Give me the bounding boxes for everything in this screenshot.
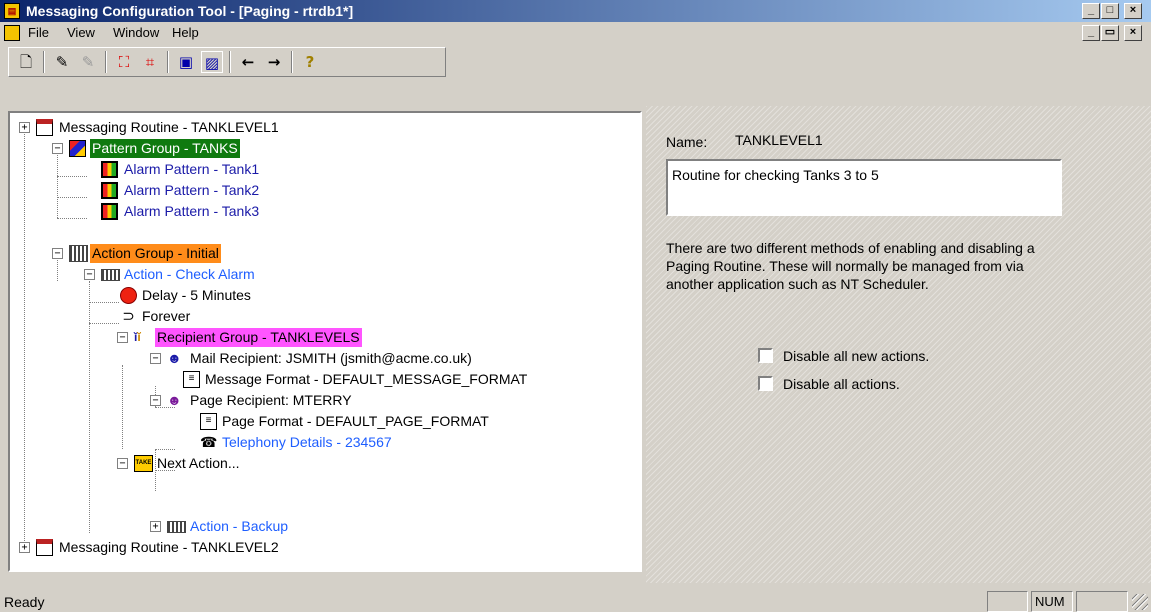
person-icon: ☻ <box>167 350 182 366</box>
toolbar-separator <box>167 51 169 73</box>
tree-node-label[interactable]: Forever <box>140 307 192 326</box>
action-icon <box>167 521 186 533</box>
checkbox-label[interactable]: Disable all new actions. <box>783 348 929 364</box>
format-icon: ≡ <box>183 371 200 388</box>
format-icon: ≡ <box>200 413 217 430</box>
toolbar-separator <box>291 51 293 73</box>
tree-node-label[interactable]: Message Format - DEFAULT_MESSAGE_FORMAT <box>203 370 529 389</box>
details-pane: Name: TANKLEVEL1 Routine for checking Ta… <box>646 106 1151 583</box>
expander-icon[interactable]: − <box>84 269 95 280</box>
close-button[interactable]: × <box>1124 3 1142 19</box>
menu-file[interactable]: File <box>28 25 49 41</box>
expander-icon[interactable]: − <box>52 248 63 259</box>
disable-new-actions-checkbox[interactable] <box>758 348 773 363</box>
title-bar: ▤ Messaging Configuration Tool - [Paging… <box>0 0 1151 22</box>
person-pager-icon: ☻ <box>167 392 182 408</box>
people-icon: ĭĭ <box>134 330 141 344</box>
toolbar: 🗋 ✎ ✎ ⛶ ⌗ ▣ ▨ ← → ? <box>8 47 446 77</box>
calendar-icon <box>36 119 53 136</box>
tree-node-label[interactable]: Alarm Pattern - Tank1 <box>122 160 261 179</box>
tree-node-label[interactable]: Telephony Details - 234567 <box>220 433 394 452</box>
edit-icon[interactable]: ✎ <box>51 51 73 73</box>
tree-node-label[interactable]: Page Format - DEFAULT_PAGE_FORMAT <box>220 412 491 431</box>
pattern-icon <box>101 203 118 220</box>
pattern-icon <box>101 182 118 199</box>
expander-icon[interactable]: − <box>117 332 128 343</box>
disabled-edit-icon: ✎ <box>81 53 95 71</box>
disable-all-actions-checkbox[interactable] <box>758 376 773 391</box>
take-icon: TAKE <box>134 455 153 472</box>
expander-icon[interactable]: + <box>150 521 161 532</box>
doc-close-button[interactable]: × <box>1124 25 1142 41</box>
maximize-button[interactable]: □ <box>1101 3 1119 19</box>
expander-icon[interactable]: − <box>150 395 161 406</box>
minimize-button[interactable]: _ <box>1082 3 1100 19</box>
network-alt-icon[interactable]: ⌗ <box>139 51 161 73</box>
status-bar: Ready NUM <box>0 588 1151 612</box>
calendar-icon <box>36 539 53 556</box>
status-text: Ready <box>4 594 45 610</box>
info-text: There are two different methods of enabl… <box>666 240 1035 292</box>
window-icon[interactable]: ▣ <box>175 51 197 73</box>
clock-icon <box>120 287 137 304</box>
doc-restore-button[interactable]: ▭ <box>1101 25 1119 41</box>
menu-window[interactable]: Window <box>113 25 159 41</box>
tree-node-label[interactable]: Pattern Group - TANKS <box>90 139 240 158</box>
tree-node-label[interactable]: Messaging Routine - TANKLEVEL1 <box>57 118 281 137</box>
document-icon[interactable] <box>4 25 20 41</box>
tree-node-label[interactable]: Action Group - Initial <box>90 244 221 263</box>
action-icon <box>101 269 120 281</box>
back-arrow-icon[interactable]: ← <box>237 51 259 73</box>
new-icon[interactable]: 🗋 <box>15 51 37 73</box>
telephone-icon: ☎ <box>200 434 218 450</box>
tree-node-label[interactable]: Recipient Group - TANKLEVELS <box>155 328 362 347</box>
toolbar-separator <box>229 51 231 73</box>
tree-node-label[interactable]: Page Recipient: MTERRY <box>188 391 354 410</box>
help-icon[interactable]: ? <box>299 51 321 73</box>
menu-help[interactable]: Help <box>172 25 199 41</box>
pattern-icon <box>101 161 118 178</box>
forever-icon: ⊃ <box>122 308 135 325</box>
properties-icon[interactable]: ▨ <box>201 51 223 73</box>
expander-icon[interactable]: + <box>19 122 30 133</box>
tree-node-label[interactable]: Next Action... <box>155 454 241 473</box>
num-lock-indicator: NUM <box>1031 591 1073 612</box>
name-value: TANKLEVEL1 <box>735 132 823 148</box>
expander-icon[interactable]: + <box>19 542 30 553</box>
app-icon[interactable]: ▤ <box>4 3 20 19</box>
expander-icon[interactable]: − <box>117 458 128 469</box>
forward-arrow-icon[interactable]: → <box>263 51 285 73</box>
tree-node-label[interactable]: Messaging Routine - TANKLEVEL2 <box>57 538 281 557</box>
action-group-icon <box>69 245 88 262</box>
window-title: Messaging Configuration Tool - [Paging -… <box>26 3 354 19</box>
resize-grip-icon[interactable] <box>1132 594 1148 610</box>
network-icon[interactable]: ⛶ <box>113 51 135 73</box>
expander-icon[interactable]: − <box>52 143 63 154</box>
doc-minimize-button[interactable]: _ <box>1082 25 1100 41</box>
toolbar-separator <box>105 51 107 73</box>
tree-node-label[interactable]: Action - Backup <box>188 517 290 536</box>
tree-node-label[interactable]: Alarm Pattern - Tank2 <box>122 181 261 200</box>
description-field[interactable]: Routine for checking Tanks 3 to 5 <box>666 159 1062 216</box>
cubes-icon <box>69 140 86 157</box>
menu-bar: File View Window Help _ ▭ × <box>0 22 1151 44</box>
menu-view[interactable]: View <box>67 25 95 41</box>
tree-node-label[interactable]: Delay - 5 Minutes <box>140 286 253 305</box>
routine-tree[interactable]: + Messaging Routine - TANKLEVEL1 − Patte… <box>8 111 642 572</box>
name-label: Name: <box>666 134 708 150</box>
checkbox-label[interactable]: Disable all actions. <box>783 376 900 392</box>
status-cell <box>987 591 1028 612</box>
toolbar-separator <box>43 51 45 73</box>
tree-node-label[interactable]: Mail Recipient: JSMITH (jsmith@acme.co.u… <box>188 349 474 368</box>
status-cell <box>1076 591 1128 612</box>
tree-node-label[interactable]: Alarm Pattern - Tank3 <box>122 202 261 221</box>
expander-icon[interactable]: − <box>150 353 161 364</box>
tree-node-label[interactable]: Action - Check Alarm <box>122 265 257 284</box>
